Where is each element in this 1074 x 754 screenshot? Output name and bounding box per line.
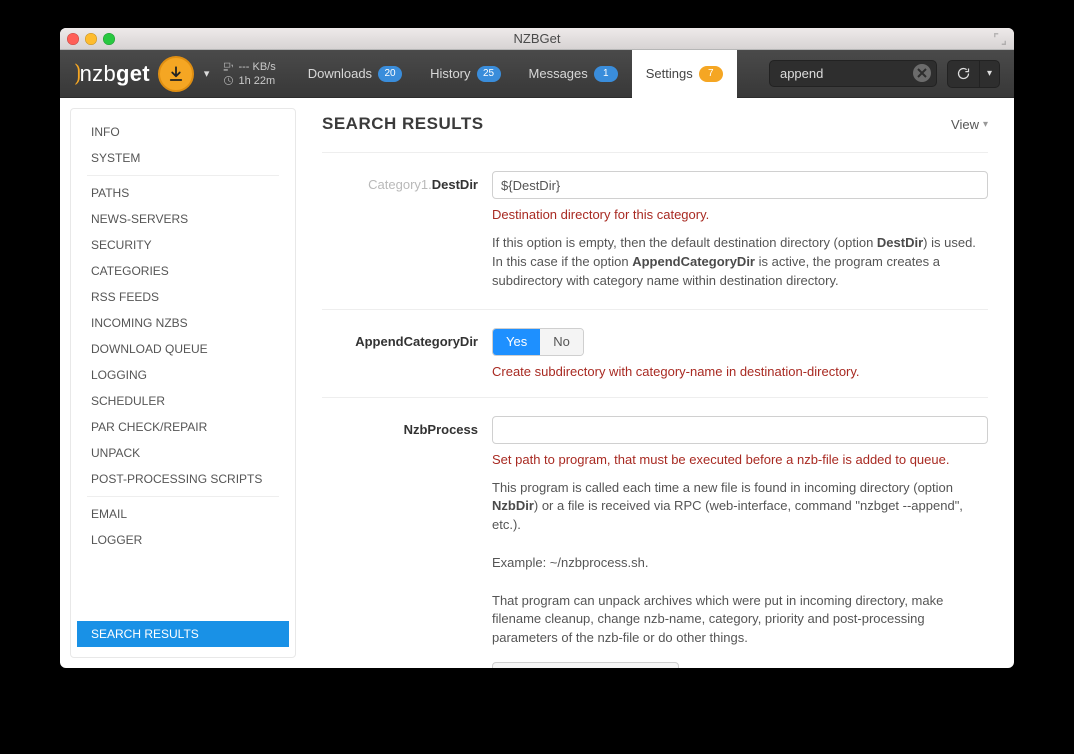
setting-appendcategorydir: AppendCategoryDirYesNo Create subdirector… [322,309,988,397]
status-block: --- KB/s 1h 22m [223,60,275,88]
sidebar-item-scheduler[interactable]: SCHEDULER [77,388,289,414]
nav-tabs: Downloads 20 History 25 Messages 1 Settings 7 [294,50,737,98]
refresh-group: ▾ [947,60,1000,88]
setting-help: This program is called each time a new f… [492,479,988,649]
app-window: NZBGet ⟯nzbget ▾ --- KB/s 1h 22m D [60,28,1014,668]
navbar-right: ▾ [769,60,1000,88]
tab-badge: 1 [594,66,618,82]
tab-settings[interactable]: Settings 7 [632,50,737,98]
sidebar-item-categories[interactable]: CATEGORIES [77,258,289,284]
search-input[interactable] [769,60,937,87]
sidebar-item-logger[interactable]: LOGGER [77,527,289,553]
logo-text: ⟯nzbget [74,61,150,87]
clock-icon [223,75,234,86]
sidebar-item-unpack[interactable]: UNPACK [77,440,289,466]
setting-hint: Destination directory for this category. [492,207,988,222]
setting-label: Category1.DestDir [322,171,492,291]
sidebar-item-search-results[interactable]: SEARCH RESULTS [77,621,289,647]
logo-disc-icon [158,56,194,92]
setting-label: AppendCategoryDir [322,328,492,379]
page-title: SEARCH RESULTS [322,114,484,134]
show-more-button[interactable]: Show more info for developers [492,662,679,668]
window-title: NZBGet [60,31,1014,46]
refresh-icon [956,66,971,81]
sidebar-separator [87,496,279,497]
minimize-button[interactable] [85,33,97,45]
refresh-menu-button[interactable]: ▾ [979,60,1000,88]
view-menu-button[interactable]: View▾ [951,117,988,132]
tab-badge: 20 [378,66,402,82]
toggle-option-no[interactable]: No [540,329,583,355]
chevron-down-icon: ▾ [983,119,988,130]
speed-value: --- KB/s [238,60,275,74]
refresh-button[interactable] [947,60,979,88]
sidebar-item-rss-feeds[interactable]: RSS FEEDS [77,284,289,310]
chevron-down-icon: ▾ [987,68,992,79]
destdir-input[interactable] [492,171,988,199]
appendcategorydir-toggle: YesNo [492,328,584,356]
titlebar: NZBGet [60,28,1014,50]
zoom-button[interactable] [103,33,115,45]
tab-label: Messages [529,66,588,81]
search-box [769,60,937,87]
sidebar-item-post-processing-scripts[interactable]: POST-PROCESSING SCRIPTS [77,466,289,492]
setting-control: Destination directory for this category.… [492,171,988,291]
tab-badge: 7 [699,66,723,82]
sidebar-item-info[interactable]: INFO [77,119,289,145]
setting-control: YesNo Create subdirectory with category-n… [492,328,988,379]
download-icon [223,61,234,72]
tab-label: History [430,66,470,81]
expand-icon[interactable] [993,32,1007,46]
setting-help: If this option is empty, then the defaul… [492,234,988,291]
clear-search-icon[interactable] [913,64,931,82]
settings-sidebar: INFOSYSTEM PATHSNEWS-SERVERSSECURITYCATEG… [70,108,296,658]
settings-content: SEARCH RESULTS View▾ Category1.DestDirDe… [296,98,1014,668]
nzbprocess-input[interactable] [492,416,988,444]
sidebar-item-system[interactable]: SYSTEM [77,145,289,171]
sidebar-item-news-servers[interactable]: NEWS-SERVERS [77,206,289,232]
setting-label: NzbProcess [322,416,492,668]
sidebar-item-incoming-nzbs[interactable]: INCOMING NZBS [77,310,289,336]
app-logo[interactable]: ⟯nzbget ▾ [74,56,209,92]
sidebar-item-email[interactable]: EMAIL [77,501,289,527]
sidebar-item-paths[interactable]: PATHS [77,180,289,206]
tab-label: Settings [646,66,693,81]
setting-destdir: Category1.DestDirDestination directory f… [322,152,988,309]
content-header: SEARCH RESULTS View▾ [322,114,988,134]
setting-hint: Create subdirectory with category-name i… [492,364,988,379]
tab-badge: 25 [477,66,501,82]
setting-control: Set path to program, that must be execut… [492,416,988,668]
sidebar-item-security[interactable]: SECURITY [77,232,289,258]
setting-nzbprocess: NzbProcessSet path to program, that must… [322,397,988,668]
sidebar-item-logging[interactable]: LOGGING [77,362,289,388]
toggle-option-yes[interactable]: Yes [493,329,540,355]
close-button[interactable] [67,33,79,45]
window-controls [67,33,115,45]
setting-hint: Set path to program, that must be execut… [492,452,988,467]
tab-downloads[interactable]: Downloads 20 [294,50,416,98]
chevron-down-icon[interactable]: ▾ [204,67,210,80]
body: INFOSYSTEM PATHSNEWS-SERVERSSECURITYCATEG… [60,98,1014,668]
tab-messages[interactable]: Messages 1 [515,50,632,98]
tab-history[interactable]: History 25 [416,50,514,98]
sidebar-item-download-queue[interactable]: DOWNLOAD QUEUE [77,336,289,362]
navbar: ⟯nzbget ▾ --- KB/s 1h 22m Downloads 20 His… [60,50,1014,98]
sidebar-item-par-check-repair[interactable]: PAR CHECK/REPAIR [77,414,289,440]
sidebar-separator [87,175,279,176]
tab-label: Downloads [308,66,372,81]
time-value: 1h 22m [238,74,275,88]
